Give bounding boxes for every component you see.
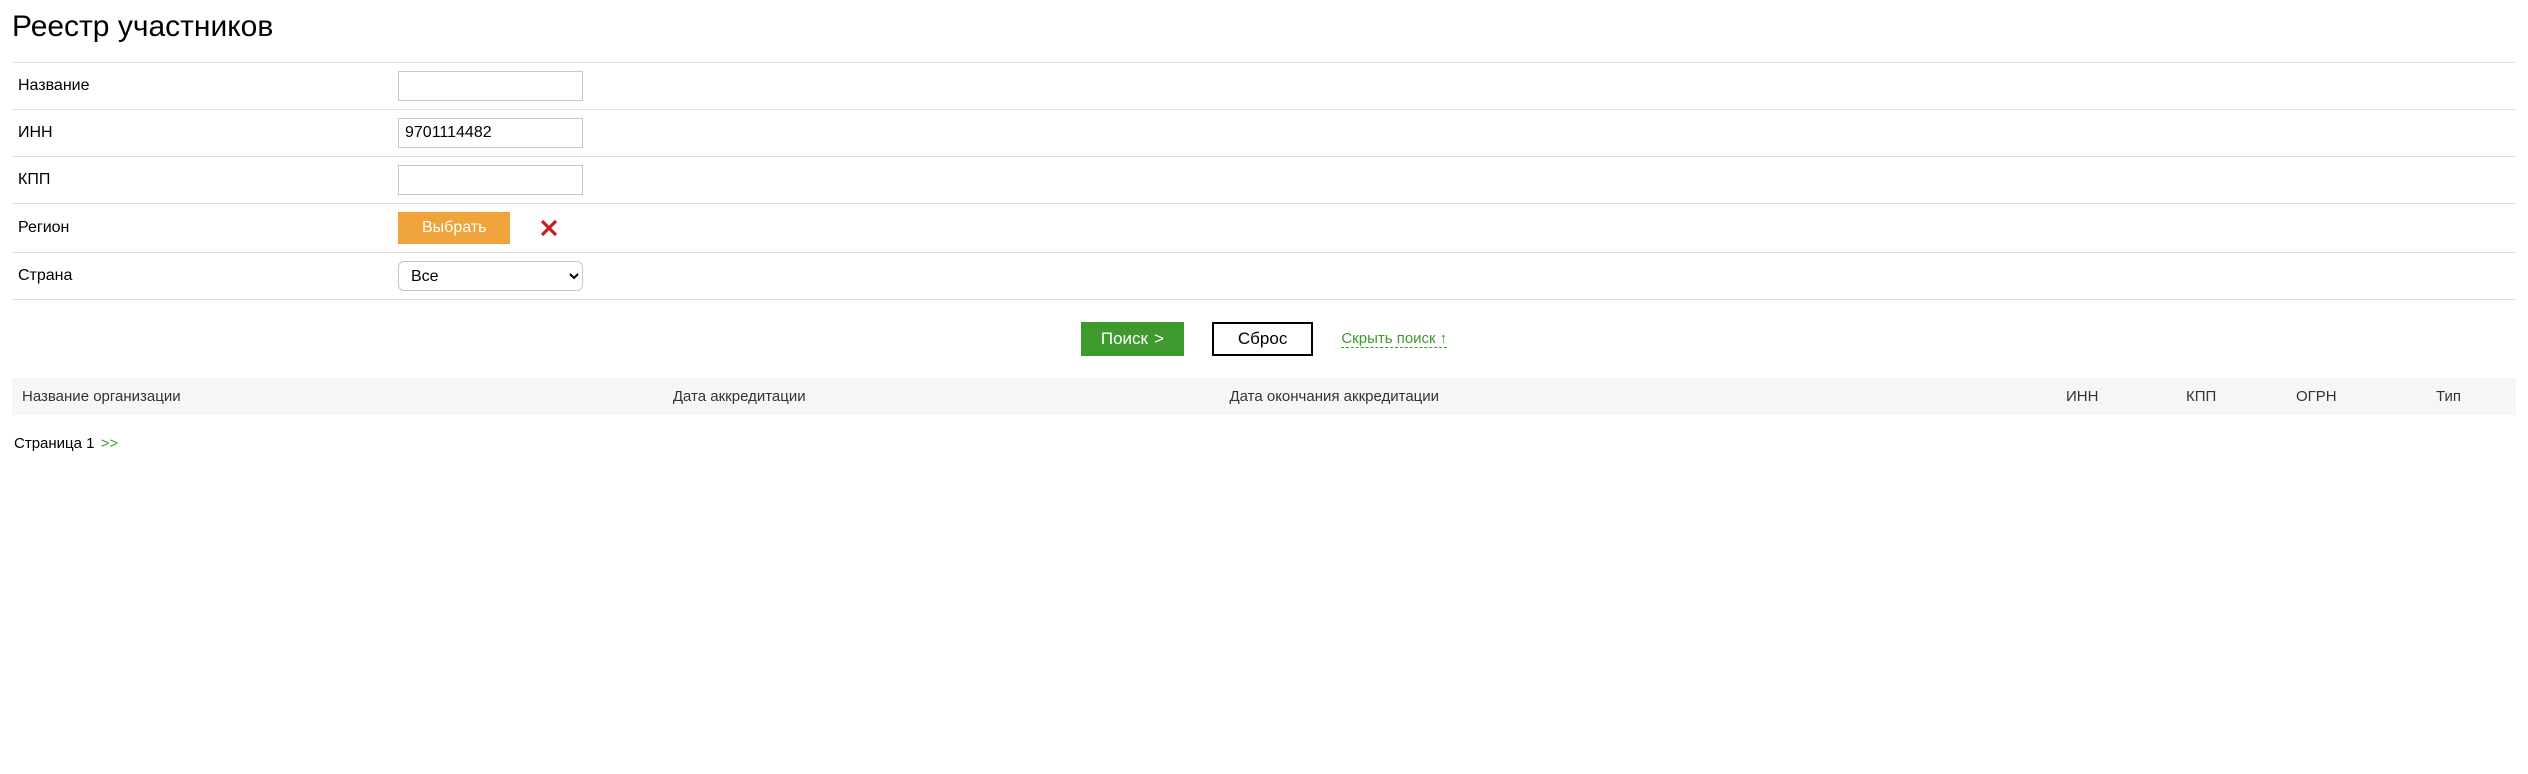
search-button[interactable]: Поиск >: [1081, 322, 1184, 356]
page-label: Страница 1: [14, 435, 95, 452]
name-input[interactable]: [398, 71, 583, 101]
pagination: Страница 1 >>: [12, 435, 2516, 452]
filter-row-inn: ИНН: [12, 110, 2516, 157]
region-clear-button[interactable]: [539, 218, 559, 238]
hide-search-link[interactable]: Скрыть поиск ↑: [1341, 330, 1447, 348]
filter-row-country: Страна Все: [12, 253, 2516, 300]
arrow-up-icon: ↑: [1440, 330, 1448, 347]
th-inn: ИНН: [2056, 378, 2176, 415]
chevron-right-icon: >: [1154, 329, 1164, 348]
filters-panel: Название ИНН КПП Регион Выбрать: [12, 62, 2516, 300]
filter-label-region: Регион: [18, 219, 398, 237]
filter-label-country: Страна: [18, 267, 398, 285]
results-table: Название организации Дата аккредитации Д…: [12, 378, 2516, 415]
filter-row-name: Название: [12, 63, 2516, 110]
filter-row-region: Регион Выбрать: [12, 204, 2516, 253]
close-icon: [539, 218, 559, 238]
kpp-input[interactable]: [398, 165, 583, 195]
table-header-row: Название организации Дата аккредитации Д…: [12, 378, 2516, 415]
action-bar: Поиск > Сброс Скрыть поиск ↑: [12, 300, 2516, 374]
search-button-label: Поиск: [1101, 329, 1148, 348]
th-org-name: Название организации: [12, 378, 663, 415]
inn-input[interactable]: [398, 118, 583, 148]
page-title: Реестр участников: [12, 10, 2516, 44]
th-accred-end: Дата окончания аккредитации: [1219, 378, 2056, 415]
region-select-button[interactable]: Выбрать: [398, 212, 510, 244]
th-ogrn: ОГРН: [2286, 378, 2426, 415]
th-type: Тип: [2426, 378, 2516, 415]
filter-label-name: Название: [18, 77, 398, 95]
th-accred-date: Дата аккредитации: [663, 378, 1220, 415]
country-select[interactable]: Все: [398, 261, 583, 291]
filter-row-kpp: КПП: [12, 157, 2516, 204]
filter-label-inn: ИНН: [18, 124, 398, 142]
hide-search-label: Скрыть поиск: [1341, 330, 1435, 347]
reset-button[interactable]: Сброс: [1212, 322, 1313, 356]
th-kpp: КПП: [2176, 378, 2286, 415]
next-page-link[interactable]: >>: [101, 435, 119, 452]
filter-label-kpp: КПП: [18, 171, 398, 189]
